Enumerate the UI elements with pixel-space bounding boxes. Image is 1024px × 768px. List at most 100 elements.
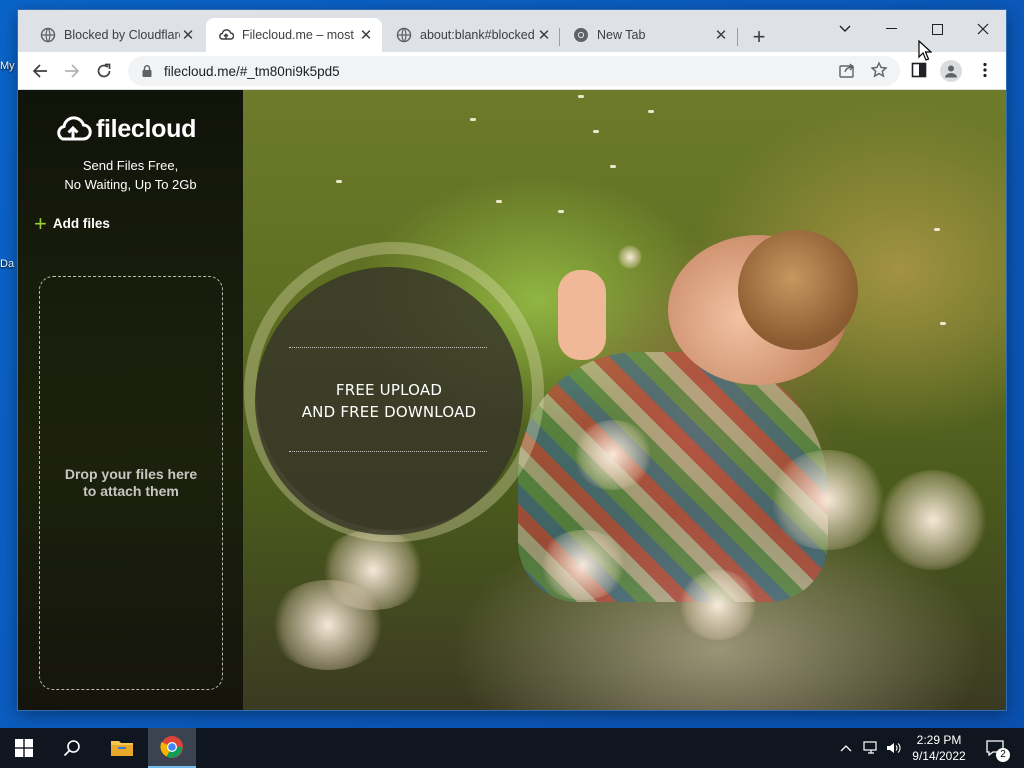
desktop-icon-label[interactable]: Da <box>0 258 14 270</box>
more-vert-icon[interactable] <box>976 61 994 79</box>
dandelion-seed <box>496 200 502 203</box>
back-button[interactable] <box>26 57 54 85</box>
promo-line-1: FREE UPLOAD <box>335 381 443 399</box>
file-explorer-button[interactable] <box>98 728 146 768</box>
hero-photo-detail <box>558 270 606 360</box>
tab-search-button[interactable] <box>822 14 868 44</box>
chrome-icon <box>574 28 588 42</box>
close-icon[interactable]: ✕ <box>180 27 196 44</box>
forward-button[interactable] <box>58 57 86 85</box>
tab-title: Blocked by Cloudflare <box>64 28 180 42</box>
system-clock[interactable]: 2:29 PM 9/14/2022 <box>904 732 974 764</box>
close-icon <box>977 23 989 35</box>
close-icon[interactable]: ✕ <box>358 27 374 44</box>
tagline-line-1: Send Files Free, <box>82 158 179 173</box>
arrow-right-icon <box>65 64 80 78</box>
plus-icon: + <box>34 210 47 236</box>
search-button[interactable] <box>48 728 96 768</box>
star-icon[interactable] <box>870 61 888 79</box>
tab-blocked-cloudflare[interactable]: Blocked by Cloudflare ✕ <box>28 18 204 52</box>
add-files-label: Add files <box>52 216 110 231</box>
dandelion-seed <box>934 228 940 231</box>
network-tray-button[interactable] <box>860 728 882 768</box>
person-icon <box>945 65 957 78</box>
clock-date: 9/14/2022 <box>912 749 966 763</box>
folder-icon <box>111 741 133 756</box>
dandelion-seed <box>648 110 654 113</box>
tab-title: about:blank#blocked <box>420 28 535 42</box>
filecloud-logo[interactable]: filecloud <box>54 114 196 144</box>
chevron-down-icon <box>839 25 851 32</box>
side-panel-icon[interactable] <box>910 61 928 79</box>
cloud-upload-icon <box>219 29 234 40</box>
dandelion-seed <box>940 322 946 325</box>
tagline-line-2: No Waiting, Up To 2Gb <box>64 177 197 192</box>
dandelion-seed <box>558 210 564 213</box>
minimize-icon <box>885 28 897 29</box>
lock-icon[interactable] <box>140 64 154 78</box>
search-icon <box>63 740 80 757</box>
close-window-button[interactable] <box>960 14 1006 44</box>
show-hidden-icons-button[interactable] <box>836 728 856 768</box>
dandelion-flower <box>618 245 642 269</box>
tab-strip: Blocked by Cloudflare ✕ Filecloud.me – m… <box>18 10 1006 52</box>
dandelion-flower <box>573 420 653 490</box>
dandelion-seed <box>578 95 584 98</box>
start-button[interactable] <box>0 728 48 768</box>
taskbar: 2:29 PM 9/14/2022 2 <box>0 728 1024 768</box>
reload-button[interactable] <box>90 57 118 85</box>
promo-line-2: AND FREE DOWNLOAD <box>301 403 477 421</box>
clock-time: 2:29 PM <box>916 733 962 747</box>
drop-zone-line-1: Drop your files here <box>64 466 198 482</box>
tab-title: New Tab <box>597 28 646 42</box>
upload-sidebar: filecloud Send Files Free, No Waiting, U… <box>18 90 243 710</box>
dotted-divider <box>289 347 487 348</box>
share-icon[interactable] <box>838 61 856 79</box>
tab-title: Filecloud.me – most s <box>242 28 358 42</box>
dandelion-seed <box>610 165 616 168</box>
drop-zone-line-2: to attach them <box>83 483 179 499</box>
tab-separator <box>737 28 738 46</box>
hero-photo-detail <box>738 230 858 350</box>
dandelion-flower <box>268 580 388 670</box>
address-bar[interactable]: filecloud.me/#_tm80ni9k5pd5 <box>128 56 900 86</box>
cloud-upload-icon <box>57 116 92 141</box>
profile-avatar[interactable] <box>940 60 962 82</box>
dandelion-flower <box>878 470 988 570</box>
volume-tray-button[interactable] <box>884 728 904 768</box>
maximize-icon <box>931 23 943 35</box>
windows-logo-icon <box>15 739 33 757</box>
dandelion-flower <box>768 450 888 550</box>
dandelion-seed <box>470 118 476 121</box>
dandelion-seed <box>593 130 599 133</box>
dandelion-seed <box>336 180 342 183</box>
brand-name: filecloud <box>96 114 197 143</box>
chrome-taskbar-button[interactable] <box>148 728 196 768</box>
file-drop-zone[interactable]: Drop your files here to attach them <box>39 276 223 690</box>
desktop-icon-label[interactable]: My <box>0 60 15 72</box>
tab-new-tab[interactable]: New Tab ✕ <box>561 18 737 52</box>
network-icon <box>863 741 877 754</box>
speaker-icon <box>887 743 901 753</box>
new-tab-button[interactable]: + <box>746 24 772 50</box>
dotted-divider <box>289 451 487 452</box>
notification-count-badge: 2 <box>996 748 1010 762</box>
dandelion-flower <box>678 570 758 640</box>
globe-icon <box>40 27 56 43</box>
close-icon[interactable]: ✕ <box>713 27 729 44</box>
dandelion-flower <box>538 530 628 600</box>
reload-icon <box>97 63 111 78</box>
chrome-icon <box>160 736 183 758</box>
minimize-button[interactable] <box>868 14 914 44</box>
close-icon[interactable]: ✕ <box>536 27 552 44</box>
browser-toolbar: filecloud.me/#_tm80ni9k5pd5 <box>18 52 1006 90</box>
page-content: FREE UPLOAD AND FREE DOWNLOAD filecloud … <box>18 90 1006 710</box>
add-files-button[interactable]: + Add files <box>34 210 110 236</box>
mouse-cursor-icon <box>918 40 932 61</box>
tab-filecloud[interactable]: Filecloud.me – most s ✕ <box>206 18 382 52</box>
tagline: Send Files Free, No Waiting, Up To 2Gb <box>18 156 243 194</box>
drop-zone-text: Drop your files here to attach them <box>65 466 197 500</box>
tab-about-blank[interactable]: about:blank#blocked ✕ <box>384 18 560 52</box>
globe-icon <box>396 27 412 43</box>
arrow-left-icon <box>32 64 47 78</box>
